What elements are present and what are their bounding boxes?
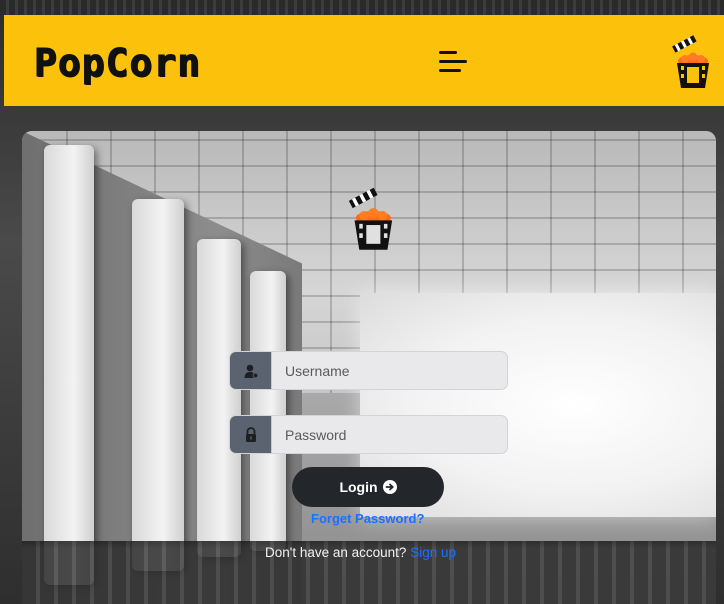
hamburger-menu-icon[interactable] xyxy=(436,43,472,79)
password-input[interactable] xyxy=(272,416,507,453)
signup-prompt: Don't have an account? Sign up xyxy=(265,545,456,560)
username-input[interactable] xyxy=(272,352,507,389)
hero-section: Login Forget Password? Don't have an acc… xyxy=(22,131,716,604)
forgot-password-link[interactable]: Forget Password? xyxy=(311,511,431,526)
acoustic-panel xyxy=(44,145,94,585)
lock-icon xyxy=(230,416,272,453)
login-button[interactable]: Login xyxy=(292,467,444,507)
signup-link[interactable]: Sign up xyxy=(410,545,456,560)
user-icon xyxy=(230,352,272,389)
login-button-label: Login xyxy=(339,479,378,495)
acoustic-panel xyxy=(197,239,241,557)
popcorn-clapperboard-icon xyxy=(348,187,393,250)
top-strip xyxy=(0,0,724,15)
acoustic-panel xyxy=(132,199,184,571)
password-field xyxy=(229,415,508,454)
username-field xyxy=(229,351,508,390)
brand-logo-text[interactable]: PopCorn xyxy=(33,41,201,86)
navbar: PopCorn xyxy=(4,15,724,106)
arrow-right-circle-icon xyxy=(382,480,397,494)
popcorn-clapperboard-icon[interactable] xyxy=(668,32,714,90)
acoustic-panel xyxy=(250,271,286,551)
signup-prompt-text: Don't have an account? xyxy=(265,545,407,560)
